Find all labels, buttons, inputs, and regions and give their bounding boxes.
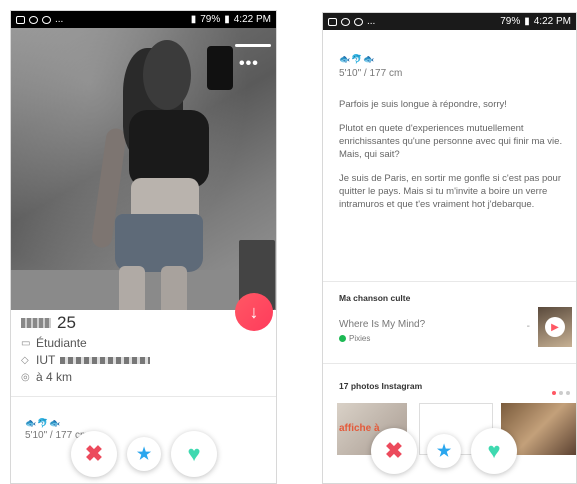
- anthem-section-title: Ma chanson culte: [339, 293, 411, 303]
- mail-icon: [16, 15, 25, 24]
- action-bar: ✖ ★ ♥: [71, 431, 217, 477]
- mail-icon: [328, 17, 337, 26]
- play-icon: ▶: [551, 321, 559, 333]
- location-pin-icon: ◎: [21, 371, 30, 383]
- profile-card-right: ... 79% ▮ 4:22 PM 🐟🐬🐟 5'10" / 177 cm Par…: [322, 12, 577, 484]
- spotify-icon: [339, 335, 346, 342]
- profile-age: 25: [57, 313, 76, 332]
- song-artist: Pixies: [349, 334, 371, 343]
- heart-icon: ♥: [187, 441, 201, 466]
- instagram-icon: [42, 15, 51, 24]
- page-dot: [566, 391, 570, 395]
- heart-icon: ♥: [487, 438, 501, 463]
- signal-icon: ▮: [190, 14, 197, 25]
- like-button[interactable]: ♥: [471, 428, 517, 474]
- action-bar: ✖ ★ ♥: [371, 428, 517, 474]
- close-icon: ✖: [84, 441, 104, 466]
- battery-percent: 79%: [200, 14, 221, 25]
- status-time: 4:22 PM: [233, 14, 271, 25]
- bio-paragraph: Parfois je suis longue à répondre, sorry…: [339, 99, 507, 110]
- star-icon: ★: [136, 446, 152, 463]
- star-icon: ★: [436, 443, 452, 460]
- more-options-icon[interactable]: •••: [239, 55, 259, 73]
- instagram-icon: [354, 17, 363, 26]
- page-dot: [552, 391, 556, 395]
- instagram-section-title: 17 photos Instagram: [339, 381, 423, 391]
- instagram-icon: [341, 17, 350, 26]
- photo-pager-indicator: [235, 44, 271, 47]
- page-dot: [559, 391, 563, 395]
- profile-card-left: ... ▮ 79% ▮ 4:22 PM ••• ↓ 25 ▭ Étudiante…: [10, 10, 277, 484]
- play-button[interactable]: ▶: [545, 317, 565, 337]
- battery-percent: 79%: [500, 16, 521, 27]
- nope-button[interactable]: ✖: [371, 428, 417, 474]
- like-button[interactable]: ♥: [171, 431, 217, 477]
- status-bar: ... 79% ▮ 4:22 PM: [323, 13, 576, 30]
- song-dash: -: [526, 321, 530, 332]
- status-overflow: ...: [55, 14, 64, 25]
- anthem-row[interactable]: Where Is My Mind? Pixies - ▶: [339, 307, 574, 347]
- status-overflow: ...: [367, 16, 376, 27]
- super-like-button[interactable]: ★: [127, 437, 161, 471]
- super-like-button[interactable]: ★: [427, 434, 461, 468]
- close-icon: ✖: [384, 438, 404, 463]
- profile-job: Étudiante: [36, 336, 87, 350]
- nope-button[interactable]: ✖: [71, 431, 117, 477]
- school-icon: ◇: [21, 354, 29, 366]
- profile-info: 25 ▭ Étudiante ◇ IUT ◎ à 4 km: [21, 313, 261, 384]
- divider: [11, 396, 276, 397]
- album-art[interactable]: ▶: [538, 307, 572, 347]
- height-emojis: 🐟🐬🐟: [25, 418, 62, 428]
- height-text: 5'10" / 177 cm: [339, 68, 403, 79]
- bio-paragraph: Je suis de Paris, en sortir me gonfle si…: [339, 173, 561, 210]
- profile-school-prefix: IUT: [36, 353, 56, 367]
- name-redacted: [21, 318, 51, 328]
- height-emojis: 🐟🐬🐟: [339, 54, 376, 64]
- battery-icon: ▮: [524, 16, 530, 27]
- battery-icon: ▮: [224, 14, 230, 25]
- profile-details: 🐟🐬🐟 5'10" / 177 cm Parfois je suis longu…: [339, 53, 569, 222]
- song-title: Where Is My Mind?: [339, 319, 426, 330]
- bio-paragraph: Plutot en quete d'experiences mutuelleme…: [339, 123, 563, 160]
- profile-photo[interactable]: [11, 28, 276, 310]
- status-time: 4:22 PM: [533, 16, 571, 27]
- divider: [323, 281, 576, 282]
- status-bar: ... ▮ 79% ▮ 4:22 PM: [11, 11, 276, 28]
- school-redacted: [60, 356, 151, 364]
- instagram-page-dots: [552, 391, 570, 395]
- profile-distance: à 4 km: [36, 370, 73, 384]
- divider: [323, 363, 576, 364]
- briefcase-icon: ▭: [21, 337, 31, 349]
- instagram-icon: [29, 15, 38, 24]
